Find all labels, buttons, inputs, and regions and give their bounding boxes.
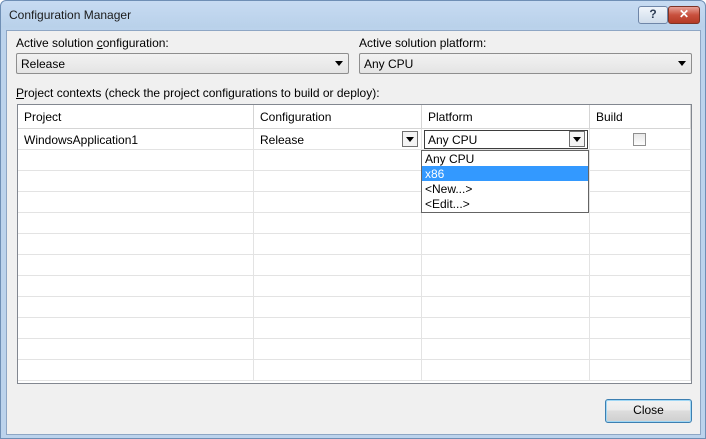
empty-cell: [18, 360, 254, 381]
empty-cell: [18, 255, 254, 276]
empty-cell: [254, 150, 422, 171]
empty-cell: [590, 339, 691, 360]
project-contexts-label: Project contexts (check the project conf…: [16, 86, 380, 100]
empty-cell: [254, 192, 422, 213]
empty-cell: [254, 255, 422, 276]
dialog-body: Active solution configuration: Release A…: [6, 30, 701, 435]
empty-row: [18, 297, 691, 318]
platform-option-any-cpu[interactable]: Any CPU: [422, 151, 588, 166]
empty-cell: [422, 297, 590, 318]
empty-cell: [590, 318, 691, 339]
empty-cell: [254, 213, 422, 234]
empty-cell: [422, 276, 590, 297]
configuration-cell[interactable]: Release: [254, 129, 422, 150]
chevron-down-icon: [678, 61, 686, 66]
table-row[interactable]: WindowsApplication1 Release Any CPU: [18, 129, 691, 150]
empty-cell: [422, 255, 590, 276]
empty-cell: [18, 339, 254, 360]
empty-row: [18, 318, 691, 339]
empty-cell: [18, 318, 254, 339]
column-header-project[interactable]: Project: [18, 105, 254, 129]
platform-combo[interactable]: Any CPU: [424, 130, 588, 149]
empty-cell: [254, 276, 422, 297]
empty-cell: [590, 297, 691, 318]
window-close-button[interactable]: ✕: [668, 6, 700, 24]
chevron-down-icon: [335, 61, 343, 66]
build-checkbox[interactable]: [633, 133, 646, 146]
window-title: Configuration Manager: [9, 8, 132, 22]
chevron-down-icon: [573, 137, 581, 142]
configuration-value: Release: [260, 133, 305, 147]
empty-cell: [254, 234, 422, 255]
empty-row: [18, 255, 691, 276]
empty-cell: [422, 213, 590, 234]
close-button[interactable]: Close: [605, 399, 692, 423]
project-cell: WindowsApplication1: [18, 129, 254, 150]
empty-cell: [18, 192, 254, 213]
platform-option-new[interactable]: <New...>: [422, 181, 588, 196]
empty-row: [18, 213, 691, 234]
empty-cell: [254, 318, 422, 339]
project-name: WindowsApplication1: [24, 133, 139, 147]
platform-option-x86[interactable]: x86: [422, 166, 588, 181]
empty-row: [18, 360, 691, 381]
platform-dropdown-list: Any CPU x86 <New...> <Edit...>: [421, 150, 589, 213]
empty-cell: [422, 318, 590, 339]
build-cell: [590, 129, 691, 150]
configuration-dropdown-button[interactable]: [402, 131, 418, 147]
empty-row: [18, 339, 691, 360]
solution-platform-combo[interactable]: Any CPU: [359, 53, 692, 74]
empty-cell: [590, 276, 691, 297]
empty-cell: [590, 171, 691, 192]
solution-platform-label: Active solution platform:: [359, 36, 487, 50]
platform-dropdown-button[interactable]: [569, 131, 585, 147]
title-bar[interactable]: Configuration Manager ? ✕: [1, 1, 705, 31]
empty-cell: [590, 360, 691, 381]
empty-cell: [422, 360, 590, 381]
empty-row: [18, 192, 691, 213]
project-contexts-grid: Project Configuration Platform Build Win…: [17, 104, 692, 384]
empty-row: [18, 276, 691, 297]
empty-cell: [18, 171, 254, 192]
empty-cell: [254, 171, 422, 192]
empty-row: [18, 171, 691, 192]
empty-cell: [254, 339, 422, 360]
column-header-configuration[interactable]: Configuration: [254, 105, 422, 129]
empty-cell: [590, 150, 691, 171]
empty-cell: [254, 297, 422, 318]
solution-platform-value: Any CPU: [364, 57, 414, 71]
empty-cell: [18, 276, 254, 297]
empty-cell: [590, 234, 691, 255]
empty-cell: [590, 213, 691, 234]
grid-header: Project Configuration Platform Build: [18, 105, 691, 129]
solution-configuration-label: Active solution configuration:: [16, 36, 169, 50]
empty-cell: [590, 255, 691, 276]
empty-row: [18, 150, 691, 171]
platform-cell[interactable]: Any CPU: [422, 129, 590, 150]
solution-configuration-value: Release: [21, 57, 66, 71]
chevron-down-icon: [406, 137, 414, 142]
empty-cell: [254, 360, 422, 381]
platform-option-edit[interactable]: <Edit...>: [422, 196, 588, 211]
help-button[interactable]: ?: [638, 6, 668, 24]
solution-configuration-combo[interactable]: Release: [16, 53, 349, 74]
empty-cell: [18, 150, 254, 171]
empty-cell: [18, 297, 254, 318]
empty-cell: [590, 192, 691, 213]
column-header-build[interactable]: Build: [590, 105, 691, 129]
platform-value: Any CPU: [428, 133, 478, 147]
column-header-platform[interactable]: Platform: [422, 105, 590, 129]
empty-cell: [18, 213, 254, 234]
configuration-manager-window: Configuration Manager ? ✕ Active solutio…: [0, 0, 706, 439]
empty-cell: [18, 234, 254, 255]
empty-row: [18, 234, 691, 255]
empty-cell: [422, 339, 590, 360]
empty-cell: [422, 234, 590, 255]
